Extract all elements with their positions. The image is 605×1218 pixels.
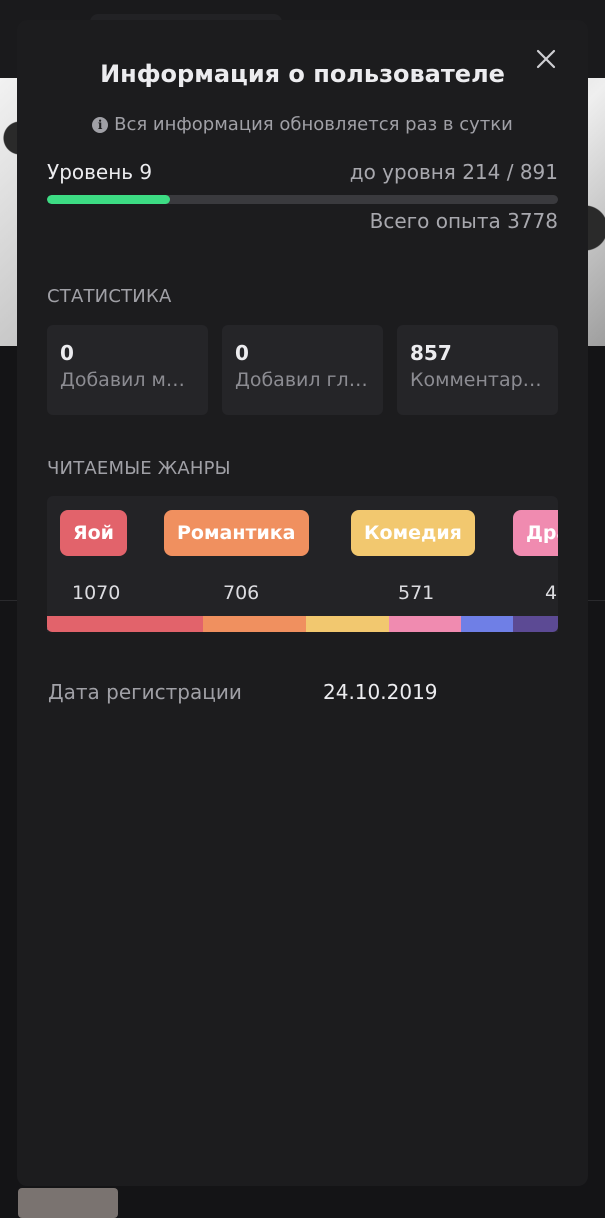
stat-label: Добавил глав: [235, 369, 370, 391]
genre-pill[interactable]: Романтика: [164, 510, 309, 556]
stat-value: 0: [235, 341, 249, 365]
genre-item-comedy[interactable]: Комедия: [351, 510, 475, 556]
genre-bar-segment: [461, 616, 513, 632]
registration-date-value: 24.10.2019: [323, 680, 438, 704]
level-label: Уровень 9: [47, 160, 153, 184]
genre-bar-segment: [202, 616, 306, 632]
total-experience: Всего опыта 3778: [369, 209, 558, 233]
next-level-progress-text: до уровня 214 / 891: [349, 160, 558, 184]
level-progress-bar: [47, 195, 558, 204]
stat-value: 857: [410, 341, 452, 365]
genre-pill[interactable]: Комедия: [351, 510, 475, 556]
genre-count: 571: [398, 582, 435, 604]
genres-heading: ЧИТАЕМЫЕ ЖАНРЫ: [47, 458, 231, 479]
genre-count: 1070: [72, 582, 121, 604]
genre-pill[interactable]: Драма: [513, 510, 558, 556]
stat-card-manga: 0 Добавил манги: [47, 325, 208, 415]
user-info-modal: Информация о пользователе i Вся информаци…: [17, 20, 588, 1186]
stat-card-chapters: 0 Добавил глав: [222, 325, 383, 415]
background-thumbnail: [18, 1188, 118, 1218]
update-notice: i Вся информация обновляется раз в сутки: [17, 114, 588, 135]
genre-bar-segment: [513, 616, 558, 632]
level-progress-fill: [47, 195, 170, 204]
genre-pill[interactable]: Яой: [60, 510, 127, 556]
genre-item-yaoi[interactable]: Яой: [60, 510, 127, 556]
update-notice-text: Вся информация обновляется раз в сутки: [114, 114, 513, 135]
genre-distribution-bar: [47, 616, 558, 632]
genre-item-drama[interactable]: Драма: [513, 510, 558, 556]
genre-item-romance[interactable]: Романтика: [164, 510, 309, 556]
stat-label: Добавил манги: [60, 369, 195, 391]
statistics-heading: СТАТИСТИКА: [47, 286, 172, 307]
stat-card-comments: 857 Комментариев: [397, 325, 558, 415]
close-icon: [536, 49, 556, 69]
info-icon: i: [92, 117, 109, 133]
modal-title: Информация о пользователе: [100, 60, 505, 88]
registration-date-label: Дата регистрации: [48, 680, 242, 704]
stat-value: 0: [60, 341, 74, 365]
genres-scroll-list[interactable]: Яой 1070 Романтика 706 Комедия 571 Драма…: [47, 496, 558, 632]
genre-bar-segment: [389, 616, 462, 632]
close-button[interactable]: [533, 46, 559, 72]
genre-bar-segment: [305, 616, 390, 632]
genre-count: 706: [223, 582, 260, 604]
genre-bar-segment: [47, 616, 203, 632]
stat-label: Комментариев: [410, 369, 545, 391]
statistics-cards: 0 Добавил манги 0 Добавил глав 857 Комме…: [47, 325, 558, 415]
genre-count: 4: [545, 582, 558, 604]
